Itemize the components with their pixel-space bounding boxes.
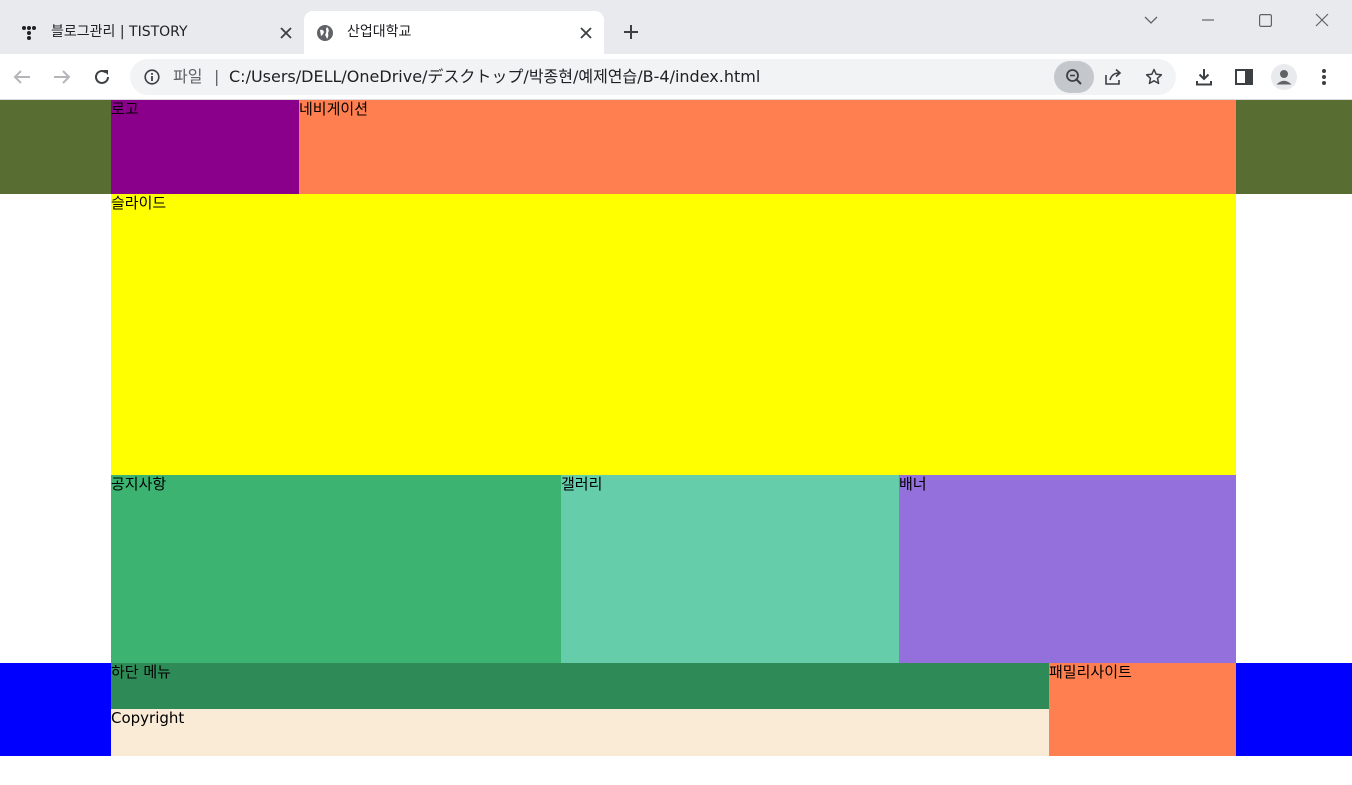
copyright-label: Copyright: [111, 709, 185, 727]
reload-icon[interactable]: [88, 63, 116, 91]
tab-title: 산업대학교: [347, 24, 412, 40]
maximize-icon[interactable]: [1251, 6, 1279, 34]
slide-label: 슬라이드: [111, 194, 167, 212]
url-text[interactable]: C:/Users/DELL/OneDrive/デスクトップ/박종현/예제연습/B…: [229, 67, 760, 87]
banner-label: 배너: [899, 475, 927, 493]
back-arrow-icon[interactable]: [8, 63, 36, 91]
close-icon[interactable]: [576, 23, 596, 43]
tab-search-chevron-icon[interactable]: [1137, 6, 1165, 34]
close-window-icon[interactable]: [1308, 6, 1336, 34]
slide-box: 슬라이드: [111, 194, 1236, 475]
minimize-icon[interactable]: [1194, 6, 1222, 34]
browser-toolbar: 파일 | C:/Users/DELL/OneDrive/デスクトップ/박종현/예…: [0, 54, 1352, 100]
zoom-out-icon[interactable]: [1054, 61, 1094, 93]
url-separator: |: [214, 67, 220, 86]
family-site-label: 패밀리사이트: [1049, 663, 1132, 681]
info-icon[interactable]: [142, 67, 162, 87]
notice-box: 공지사항: [111, 475, 561, 663]
copyright-box: Copyright: [111, 709, 1049, 756]
tistory-icon: [20, 24, 38, 42]
footer-menu-box: 하단 메뉴: [111, 663, 1049, 709]
tab-tistory[interactable]: 블로그관리 | TISTORY: [8, 11, 304, 54]
profile-avatar-icon[interactable]: [1270, 63, 1298, 91]
footer-menu-label: 하단 메뉴: [111, 663, 171, 681]
globe-icon: [316, 24, 334, 42]
forward-arrow-icon[interactable]: [48, 63, 76, 91]
page-viewport: 로고 네비게이션 슬라이드 공지사항 갤러리 배너 하단 메뉴 Copyrigh…: [0, 100, 1352, 785]
more-menu-icon[interactable]: [1310, 63, 1338, 91]
banner-box: 배너: [899, 475, 1236, 663]
tab-title: 블로그관리 | TISTORY: [51, 24, 188, 40]
download-icon[interactable]: [1190, 63, 1218, 91]
gallery-box: 갤러리: [561, 475, 899, 663]
tab-active-page[interactable]: 산업대학교: [304, 11, 604, 54]
tab-strip: 블로그관리 | TISTORY 산업대학교: [0, 0, 1352, 54]
navigation-label: 네비게이션: [299, 100, 369, 118]
address-bar[interactable]: 파일 | C:/Users/DELL/OneDrive/デスクトップ/박종현/예…: [130, 59, 1176, 95]
url-scheme-label: 파일: [173, 67, 203, 86]
close-icon[interactable]: [276, 23, 296, 43]
bookmark-star-icon[interactable]: [1142, 65, 1166, 89]
notice-label: 공지사항: [111, 475, 167, 493]
family-site-box: 패밀리사이트: [1049, 663, 1236, 756]
side-panel-icon[interactable]: [1230, 63, 1258, 91]
logo-box: 로고: [111, 100, 299, 194]
new-tab-plus-icon[interactable]: [617, 18, 645, 46]
navigation-box: 네비게이션: [299, 100, 1236, 194]
logo-label: 로고: [111, 100, 139, 118]
gallery-label: 갤러리: [561, 475, 603, 493]
share-icon[interactable]: [1102, 65, 1126, 89]
